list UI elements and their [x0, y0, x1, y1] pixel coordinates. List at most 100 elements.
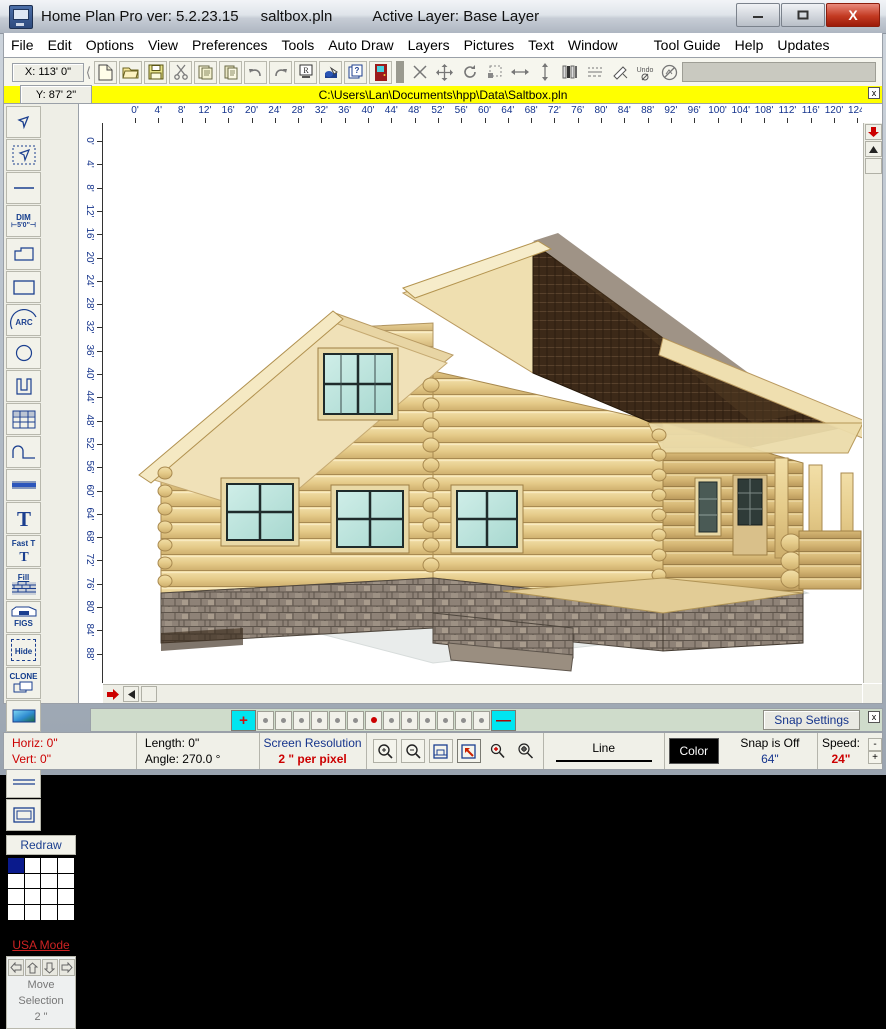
canvas-horizontal-scrollbar[interactable]: [103, 684, 862, 703]
zoom-in-icon[interactable]: [373, 739, 397, 763]
circle-tool[interactable]: [6, 337, 41, 369]
decrease-snap-button[interactable]: —: [491, 710, 516, 731]
palette-cell[interactable]: [41, 874, 58, 890]
hscroll-thumb[interactable]: [141, 686, 157, 702]
zoom-previous-icon[interactable]: [485, 739, 509, 763]
frame-tool[interactable]: [6, 799, 41, 831]
scroll-left-button[interactable]: [123, 686, 139, 702]
pan-icon[interactable]: [513, 739, 537, 763]
rotate-icon[interactable]: [458, 61, 481, 84]
minimize-button[interactable]: [736, 3, 780, 27]
menu-item-window[interactable]: Window: [561, 35, 625, 55]
menu-item-auto-draw[interactable]: Auto Draw: [321, 35, 400, 55]
line-style-cell[interactable]: Line: [544, 733, 665, 769]
snap-strip-close-icon[interactable]: x: [868, 711, 880, 723]
zoom-out-icon[interactable]: [401, 739, 425, 763]
snap-dot-button[interactable]: [419, 711, 436, 730]
figures-tool[interactable]: FIGS: [6, 601, 41, 633]
move-down-icon[interactable]: [42, 959, 58, 976]
select-box-arrow-tool[interactable]: [6, 139, 41, 171]
move-icon[interactable]: [433, 61, 456, 84]
snap-dot-button[interactable]: [401, 711, 418, 730]
speed-decrease-button[interactable]: -: [868, 738, 882, 751]
palette-cell[interactable]: [58, 889, 75, 905]
zoom-selection-icon[interactable]: [457, 739, 481, 763]
dimension-tool[interactable]: DIM ⊢5'0"⊣: [6, 205, 41, 237]
menu-item-edit[interactable]: Edit: [41, 35, 79, 55]
line-tool[interactable]: [6, 172, 41, 204]
menu-item-pictures[interactable]: Pictures: [457, 35, 522, 55]
paste-icon[interactable]: [219, 61, 242, 84]
undo-zero-icon[interactable]: Undo: [633, 61, 656, 84]
scroll-thumb[interactable]: [865, 158, 882, 174]
gradient-tool[interactable]: [6, 700, 41, 732]
move-up-icon[interactable]: [25, 959, 41, 976]
move-left-icon[interactable]: [8, 959, 24, 976]
speed-increase-button[interactable]: +: [868, 751, 882, 764]
vertical-arrow-icon[interactable]: [533, 61, 556, 84]
canvas-vertical-scrollbar[interactable]: [863, 123, 882, 683]
zoom-fit-icon[interactable]: [429, 739, 453, 763]
print-icon[interactable]: [319, 61, 342, 84]
palette-cell[interactable]: [41, 889, 58, 905]
maximize-button[interactable]: [781, 3, 825, 27]
snap-dot-selected-button[interactable]: [365, 711, 382, 730]
double-line-tool[interactable]: [6, 766, 41, 798]
snap-dot-button[interactable]: [257, 711, 274, 730]
menu-item-layers[interactable]: Layers: [401, 35, 457, 55]
color-palette[interactable]: [7, 857, 75, 921]
select-arrow-tool[interactable]: [6, 106, 41, 138]
menu-item-updates[interactable]: Updates: [770, 35, 836, 55]
hide-tool[interactable]: Hide: [6, 634, 41, 666]
snap-settings-button[interactable]: Snap Settings: [763, 710, 860, 730]
palette-cell[interactable]: [8, 874, 25, 890]
color-button[interactable]: Color: [669, 738, 719, 764]
menu-item-tool-guide[interactable]: Tool Guide: [647, 35, 728, 55]
fast-text-tool[interactable]: Fast T T: [6, 535, 41, 567]
menu-item-preferences[interactable]: Preferences: [185, 35, 274, 55]
menu-item-view[interactable]: View: [141, 35, 185, 55]
palette-cell[interactable]: [41, 858, 58, 874]
window-tool[interactable]: [6, 403, 41, 435]
wall-tool[interactable]: [6, 370, 41, 402]
scroll-up-button[interactable]: [865, 141, 882, 157]
text-tool[interactable]: T: [6, 502, 41, 534]
drawing-canvas[interactable]: [103, 123, 862, 683]
no-entry-icon[interactable]: [658, 61, 681, 84]
new-file-icon[interactable]: [94, 61, 117, 84]
palette-cell[interactable]: [25, 858, 42, 874]
door-icon[interactable]: [369, 61, 392, 84]
palette-cell-selected[interactable]: [8, 858, 25, 874]
increase-snap-button[interactable]: +: [231, 710, 256, 731]
palette-cell[interactable]: [41, 905, 58, 921]
delete-x-icon[interactable]: [408, 61, 431, 84]
snap-dot-button[interactable]: [329, 711, 346, 730]
snap-dot-button[interactable]: [293, 711, 310, 730]
snap-dot-button[interactable]: [383, 711, 400, 730]
palette-cell[interactable]: [25, 905, 42, 921]
palette-cell[interactable]: [58, 874, 75, 890]
redraw-button[interactable]: Redraw: [6, 835, 76, 855]
snap-dot-button[interactable]: [311, 711, 328, 730]
snap-dot-button[interactable]: [455, 711, 472, 730]
open-folder-icon[interactable]: [119, 61, 142, 84]
menu-item-help[interactable]: Help: [728, 35, 771, 55]
usa-mode-link[interactable]: USA Mode: [4, 938, 78, 952]
scroll-red-right-icon[interactable]: [105, 686, 121, 702]
fill-tool[interactable]: Fill: [6, 568, 41, 600]
menu-item-options[interactable]: Options: [79, 35, 141, 55]
stairs-tool[interactable]: [6, 436, 41, 468]
snap-dot-button[interactable]: [473, 711, 490, 730]
select-area-icon[interactable]: [483, 61, 506, 84]
path-close-icon[interactable]: x: [868, 87, 880, 99]
snap-dot-button[interactable]: [275, 711, 292, 730]
columns-icon[interactable]: [558, 61, 581, 84]
close-button[interactable]: X: [826, 3, 880, 27]
arc-tool[interactable]: ARC: [6, 304, 41, 336]
move-right-icon[interactable]: [59, 959, 75, 976]
palette-cell[interactable]: [8, 889, 25, 905]
save-disk-icon[interactable]: [144, 61, 167, 84]
copy-icon[interactable]: [194, 61, 217, 84]
dashed-lines-icon[interactable]: [583, 61, 606, 84]
menu-item-file[interactable]: File: [4, 35, 41, 55]
